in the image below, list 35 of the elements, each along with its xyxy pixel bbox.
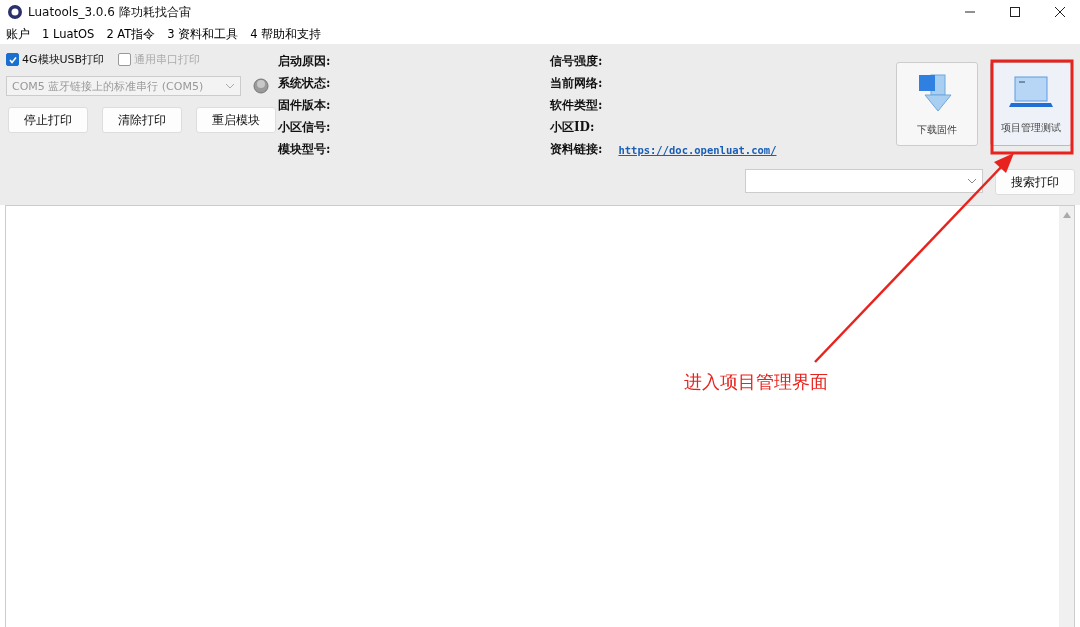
info-label: 资料链接: — [550, 141, 603, 158]
menu-item[interactable]: 4 帮助和支持 — [250, 26, 322, 42]
chevron-down-icon — [967, 178, 977, 184]
scrollbar[interactable] — [1059, 206, 1074, 627]
search-print-button[interactable]: 搜索打印 — [995, 169, 1075, 195]
info-label: 固件版本: — [278, 97, 332, 114]
checkmark-icon — [7, 54, 18, 65]
menu-item[interactable]: 3 资料和工具 — [167, 26, 239, 42]
info-label: 模块型号: — [278, 141, 332, 158]
info-label: 启动原因: — [278, 53, 332, 70]
print-option-checkbox[interactable]: 4G模块USB打印 — [6, 52, 105, 67]
action-button[interactable]: 停止打印 — [8, 107, 88, 133]
status-lamp-icon — [253, 78, 269, 94]
search-dropdown[interactable] — [745, 169, 983, 193]
menu-item[interactable]: 账户 — [6, 26, 30, 42]
scroll-up-icon[interactable] — [1062, 212, 1071, 218]
close-icon[interactable] — [1054, 6, 1066, 18]
action-button[interactable]: 清除打印 — [102, 107, 182, 133]
chevron-down-icon — [225, 83, 235, 89]
maximize-icon[interactable] — [1009, 6, 1021, 18]
docs-link[interactable]: https://doc.openluat.com/ — [618, 143, 777, 156]
menu-item[interactable]: 1 LuatOS — [42, 27, 95, 41]
window-title: Luatools_3.0.6 降功耗找合宙 — [28, 3, 191, 21]
project-manager-button[interactable]: 项目管理测试 — [990, 62, 1072, 146]
action-button[interactable]: 重启模块 — [196, 107, 276, 133]
info-label: 当前网络: — [550, 75, 604, 92]
info-label: 小区信号: — [278, 119, 332, 136]
app-logo-icon — [8, 5, 22, 19]
download-firmware-button[interactable]: 下载固件 — [896, 62, 978, 146]
menu-item[interactable]: 2 AT指令 — [106, 26, 156, 42]
info-label: 软件类型: — [550, 97, 604, 114]
info-label: 小区ID: — [550, 119, 596, 136]
annotation-text: 进入项目管理界面 — [684, 370, 828, 394]
info-label: 系统状态: — [278, 75, 332, 92]
info-label: 信号强度: — [550, 53, 604, 70]
